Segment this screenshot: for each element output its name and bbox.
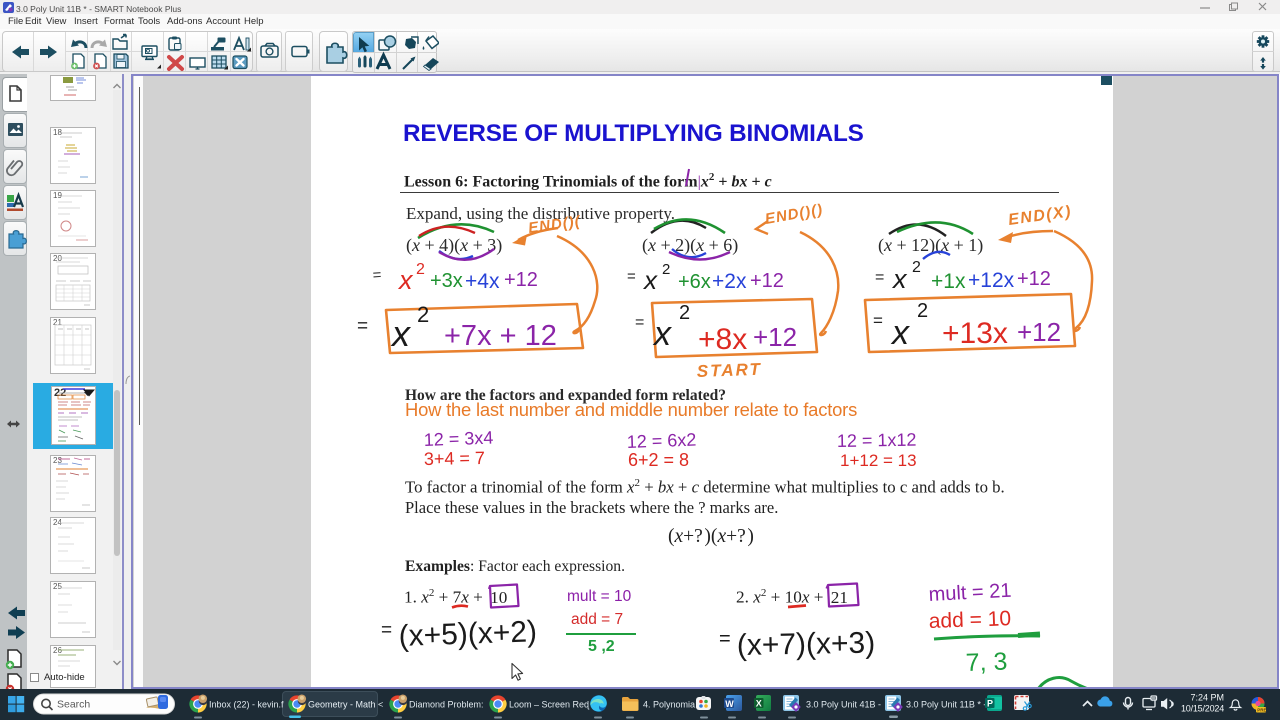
- svg-text:2: 2: [912, 259, 921, 276]
- svg-text:Inbox (22) - kevin.f: Inbox (22) - kevin.f: [209, 700, 284, 710]
- svg-text:6+2 = 8: 6+2 = 8: [628, 450, 689, 470]
- svg-text:=: =: [627, 268, 636, 285]
- svg-text:Diamond Problem:: Diamond Problem:: [409, 700, 484, 710]
- svg-text:=: =: [873, 311, 883, 330]
- svg-text:=: =: [357, 316, 368, 337]
- svg-text:2: 2: [679, 302, 690, 324]
- svg-text:+12: +12: [504, 269, 538, 291]
- svg-text:+12: +12: [1017, 317, 1061, 347]
- svg-text:=: =: [381, 620, 392, 641]
- svg-text:mult = 21: mult = 21: [928, 580, 1012, 606]
- svg-text:+2x: +2x: [712, 270, 747, 293]
- svg-text:+12x: +12x: [968, 269, 1015, 292]
- svg-text:P: P: [987, 699, 993, 709]
- svg-text:+1x: +1x: [931, 270, 966, 293]
- svg-text:10/15/2024: 10/15/2024: [1181, 704, 1224, 714]
- svg-text:12 = 6x2: 12 = 6x2: [626, 430, 696, 452]
- svg-text:=: =: [875, 269, 884, 286]
- svg-text:+12: +12: [753, 322, 797, 352]
- svg-text:7:24 PM: 7:24 PM: [1190, 693, 1224, 703]
- svg-text:+7x + 12: +7x + 12: [444, 320, 557, 352]
- svg-text:x: x: [891, 264, 908, 294]
- svg-text:+6x: +6x: [678, 271, 711, 293]
- svg-text:Search: Search: [57, 699, 90, 711]
- svg-text:4. Polynomiaː: 4. Polynomiaː: [643, 700, 698, 710]
- svg-text:(x+7)(x+3): (x+7)(x+3): [737, 627, 876, 662]
- svg-text:2: 2: [416, 261, 425, 278]
- svg-text:2: 2: [417, 302, 429, 327]
- svg-text:add = 10: add = 10: [928, 607, 1011, 633]
- svg-text:=: =: [719, 628, 731, 650]
- svg-text:PRE: PRE: [1257, 707, 1266, 712]
- svg-text:3.0 Poly Unit 41B -: 3.0 Poly Unit 41B -: [806, 700, 881, 710]
- svg-text:+12: +12: [750, 270, 784, 292]
- svg-text:END(X): END(X): [1007, 203, 1073, 229]
- svg-text:3.0 Poly Unit 11B * -: 3.0 Poly Unit 11B * -: [906, 700, 986, 710]
- svg-text:(x+5)(x+2): (x+5)(x+2): [398, 615, 537, 653]
- svg-text:x: x: [890, 314, 910, 352]
- svg-text:+3x: +3x: [430, 270, 463, 292]
- svg-text:START: START: [696, 360, 762, 381]
- svg-text:+12: +12: [1017, 268, 1051, 290]
- svg-text:1+12 = 13: 1+12 = 13: [840, 451, 917, 470]
- svg-text:W: W: [725, 699, 734, 709]
- svg-text:x: x: [397, 265, 414, 295]
- svg-text:=: =: [635, 314, 644, 331]
- svg-text:x: x: [642, 265, 658, 295]
- svg-text:=: =: [372, 266, 382, 284]
- svg-text:+4x: +4x: [465, 270, 500, 293]
- svg-text:x: x: [390, 313, 412, 354]
- svg-text:X: X: [756, 699, 762, 709]
- svg-text:x: x: [652, 315, 672, 353]
- svg-text:2: 2: [662, 261, 670, 278]
- svg-text:12 = 1x12: 12 = 1x12: [837, 430, 917, 451]
- svg-text:12 = 3x4: 12 = 3x4: [423, 428, 493, 450]
- svg-text:2: 2: [917, 300, 928, 322]
- svg-text:+13x: +13x: [942, 317, 1008, 350]
- svg-text:END()(): END()(): [764, 201, 825, 228]
- svg-text:7, 3: 7, 3: [965, 648, 1008, 677]
- svg-text:3+4 = 7: 3+4 = 7: [424, 448, 485, 469]
- svg-text:Geometry - Math ˂: Geometry - Math ˂: [308, 700, 383, 710]
- svg-text:Loom – Screen Reɖ: Loom – Screen Reɖ: [509, 700, 590, 710]
- svg-text:+8x: +8x: [698, 323, 747, 356]
